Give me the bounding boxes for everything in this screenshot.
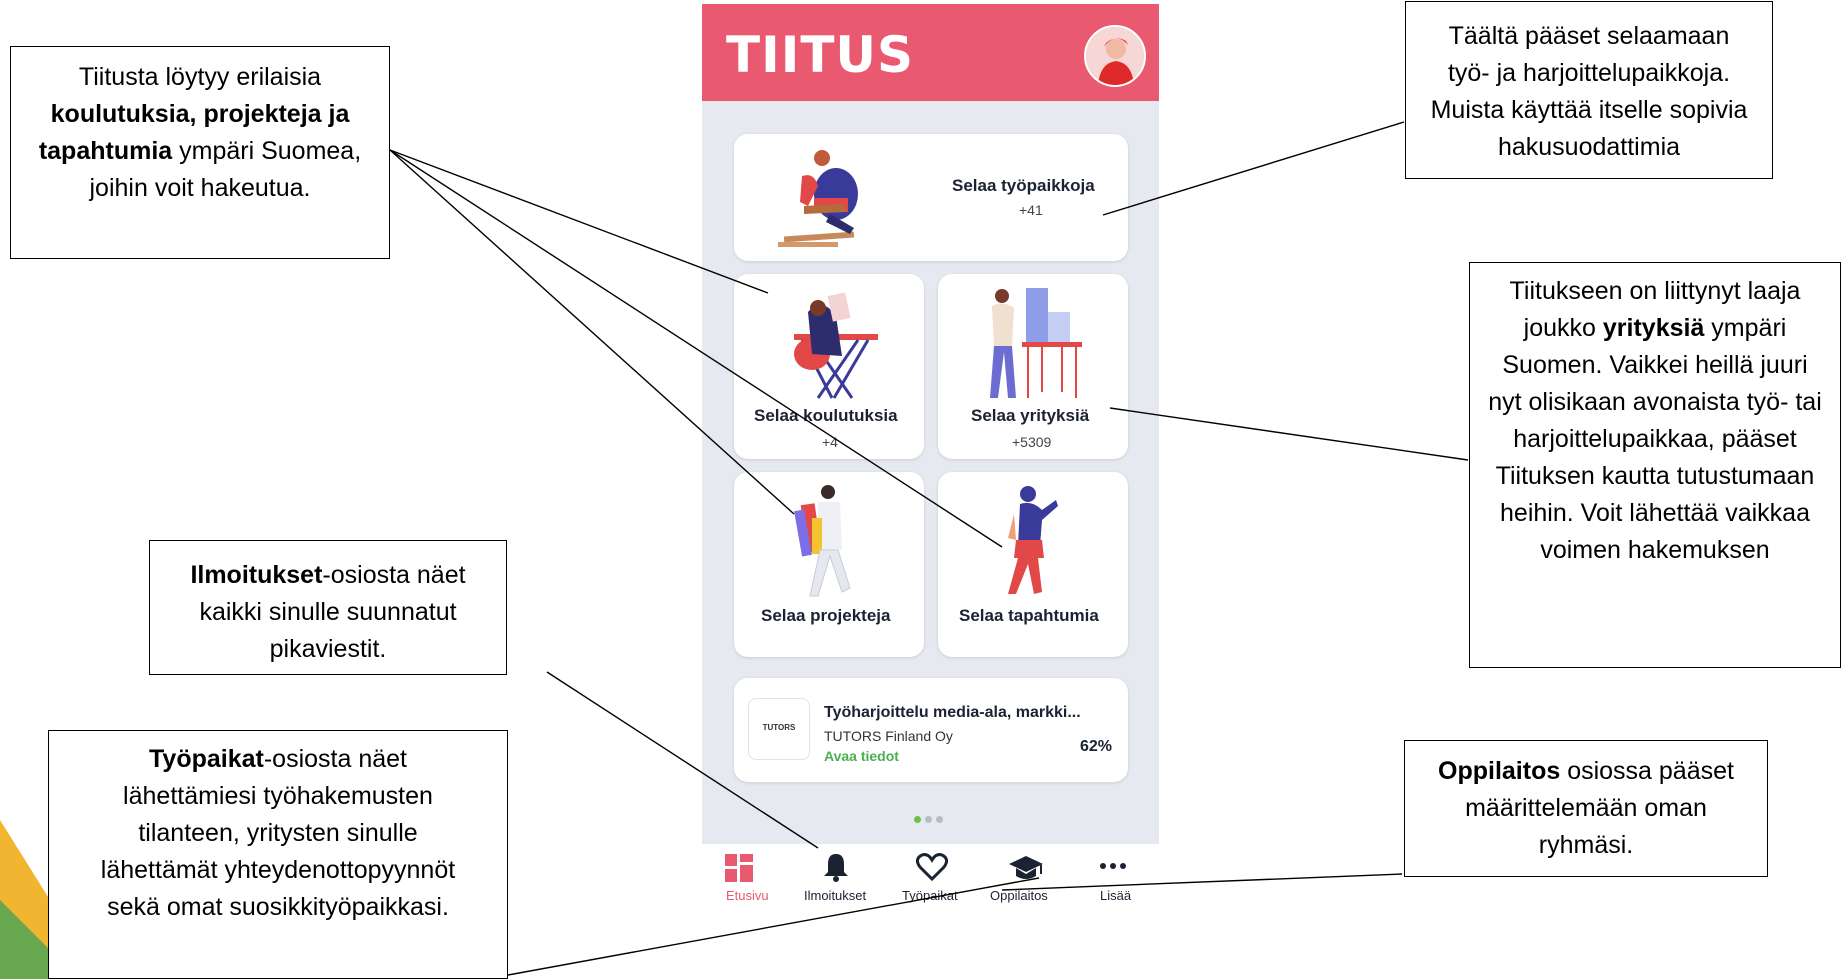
worker-illustration [778,150,858,247]
offer-details-link[interactable]: Avaa tiedot [824,748,899,764]
nav-label: Työpaikat [902,888,958,903]
building-illustration [990,288,1082,398]
card-title: Selaa koulutuksia [754,406,898,425]
grid-icon [725,854,753,882]
bottom-navigation: Etusivu Ilmoitukset Työpaikat Oppilaitos [702,844,1159,910]
browse-projects-card[interactable]: Selaa projekteja [734,472,924,657]
nav-label: Etusivu [726,888,769,903]
browse-companies-card[interactable]: Selaa yrityksiä +5309 [938,274,1128,459]
callout-jobs: Täältä pääset selaamaan työ- ja harjoitt… [1405,1,1773,179]
card-title: Selaa työpaikkoja [952,176,1095,195]
more-icon [1100,863,1126,869]
nav-label: Ilmoitukset [804,888,867,903]
app-header: TIITUS [702,4,1159,101]
card-title: Selaa tapahtumia [959,606,1099,625]
avatar-image [1086,27,1144,85]
browse-jobs-card[interactable]: Selaa työpaikkoja +41 [734,134,1128,261]
avatar[interactable] [1084,25,1146,87]
company-logo: TUTORS [748,698,810,760]
card-title: Selaa yrityksiä [971,406,1090,425]
nav-etusivu[interactable]: Etusivu [716,844,776,910]
project-illustration [794,485,851,597]
nav-ilmoitukset[interactable]: Ilmoitukset [796,844,876,910]
callout-text: Täältä pääset selaamaan työ- ja harjoitt… [1430,22,1748,161]
bell-icon [824,854,848,882]
heart-icon [916,853,948,881]
callout-companies: Tiitukseen on liittynyt laaja joukko yri… [1469,262,1841,668]
event-illustration [1008,486,1058,594]
callout-ilmoitukset: Ilmoitukset-osiosta näet kaikki sinulle … [149,540,507,675]
internship-offer-card[interactable]: TUTORS Työharjoittelu media-ala, markki.… [734,678,1128,782]
callout-oppilaitos: Oppilaitos osiossa pääset määrittelemään… [1404,740,1768,877]
nav-tyopaikat[interactable]: Työpaikat [892,844,972,910]
nav-label: Oppilaitos [990,888,1048,903]
app-logo[interactable]: TIITUS [726,26,914,84]
callout-courses-projects-events: Tiitusta löytyy erilaisia koulutuksia, p… [10,46,390,259]
match-percent: 62% [1080,738,1113,755]
callout-bold-text: Oppilaitos [1438,757,1561,785]
student-illustration [794,292,878,399]
graduation-cap-icon [1009,856,1043,879]
card-count: +5309 [1012,434,1052,450]
nav-lisaa[interactable]: Lisää [1082,844,1142,910]
offer-title: Työharjoittelu media-ala, markki... [824,704,1081,721]
nav-oppilaitos[interactable]: Oppilaitos [982,844,1072,910]
phone-screen: TIITUS Selaa työpaikkoja +41 Selaa koulu… [702,4,1159,910]
pagination-dots[interactable] [914,810,947,828]
callout-tyopaikat: Työpaikat-osiosta näet lähettämiesi työh… [48,730,508,979]
callout-bold-text: yrityksiä [1602,314,1705,342]
offer-company: TUTORS Finland Oy [824,728,953,744]
page-dot[interactable] [936,816,943,823]
card-count: +4 [822,434,838,450]
page-dot[interactable] [925,816,932,823]
browse-events-card[interactable]: Selaa tapahtumia [938,472,1128,657]
browse-courses-card[interactable]: Selaa koulutuksia +4 [734,274,924,459]
callout-bold-text: Työpaikat [149,745,264,773]
callout-bold-text: Ilmoitukset [190,561,323,589]
card-count: +41 [1019,202,1043,218]
page-dot[interactable] [914,816,921,823]
callout-text: ympäri Suomen. Vaikkei heillä juuri nyt … [1488,314,1822,564]
nav-label: Lisää [1100,888,1132,903]
callout-text: Tiitusta löytyy erilaisia [78,63,322,91]
card-title: Selaa projekteja [761,606,891,625]
company-logo-text: TUTORS [762,723,796,732]
